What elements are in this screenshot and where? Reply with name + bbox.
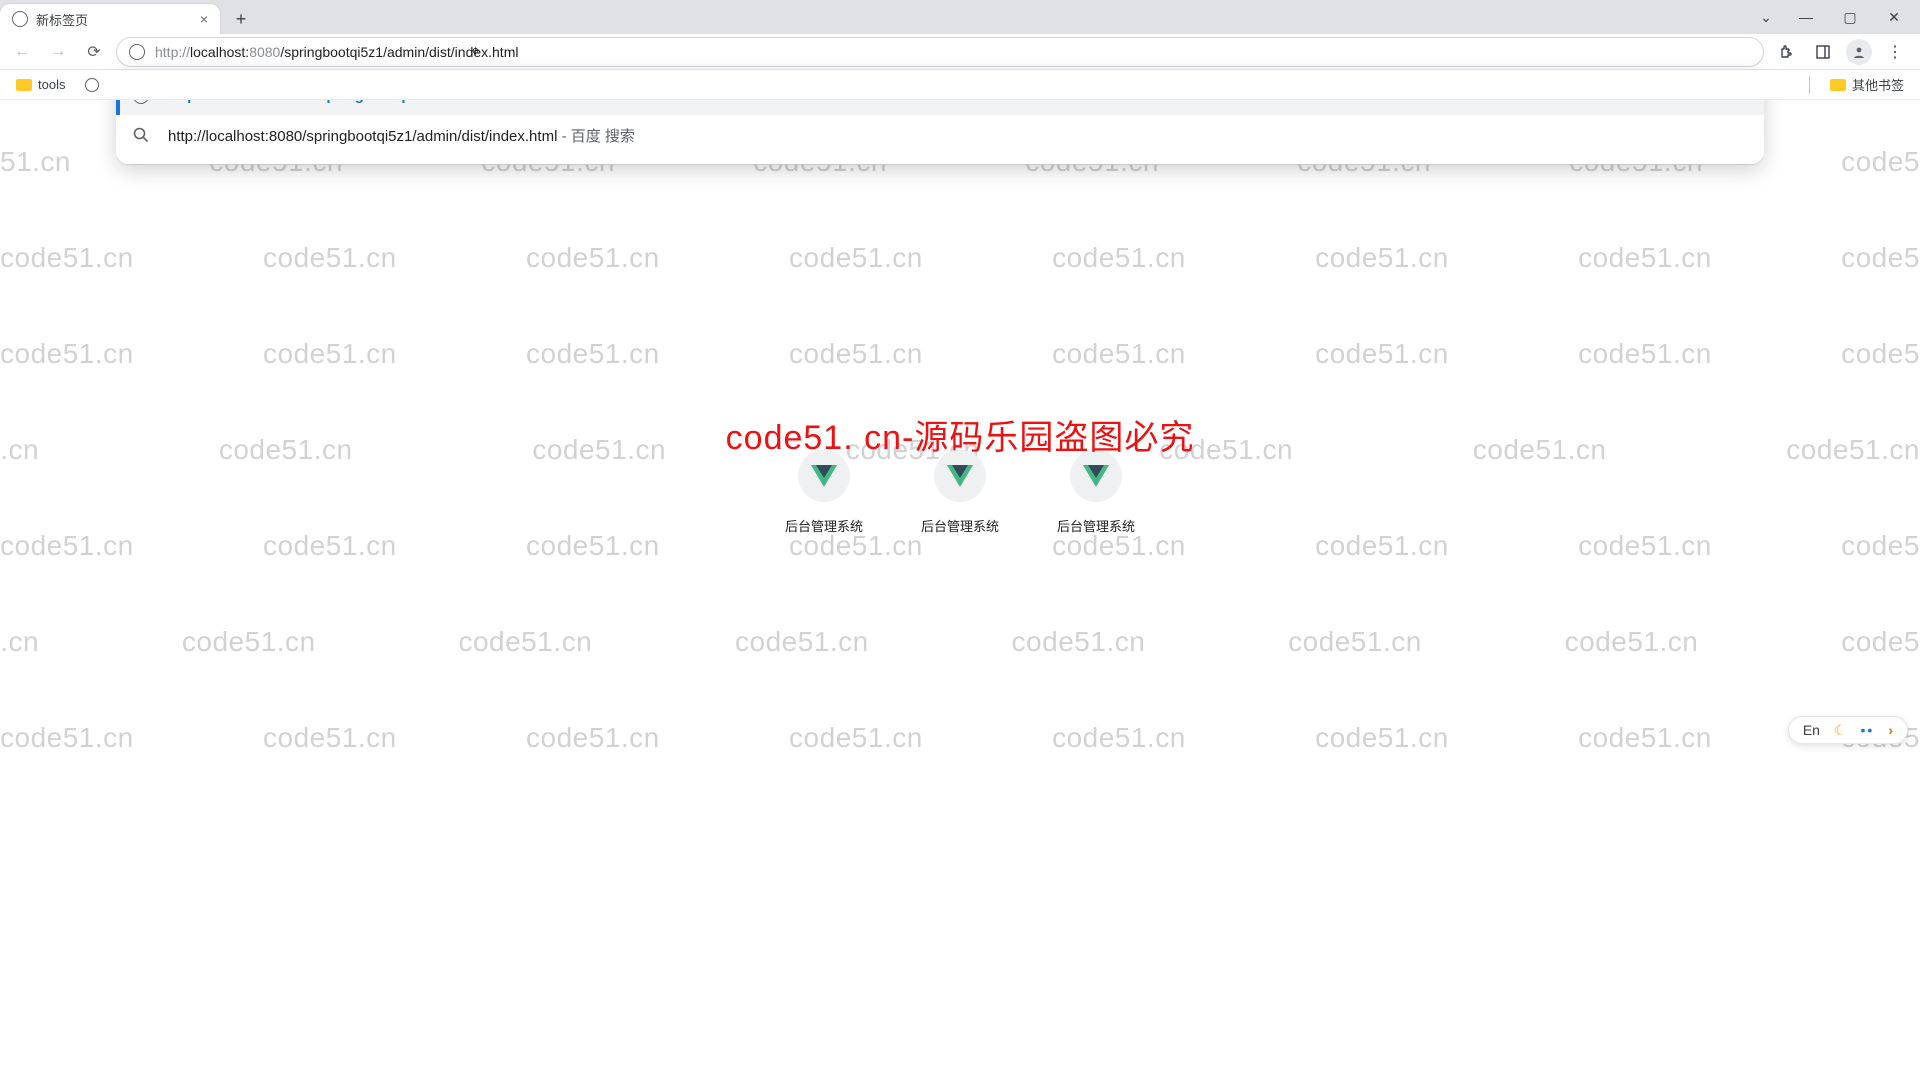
forward-button[interactable]: → [44, 38, 72, 66]
minimize-button[interactable]: — [1784, 2, 1828, 32]
globe-icon [85, 78, 99, 92]
browser-toolbar: ← → ⟳ http://localhost:8080/springbootqi… [0, 34, 1920, 70]
toolbar-right: ⋮ [1772, 37, 1912, 67]
ime-lang-label: En [1803, 722, 1820, 738]
profile-button[interactable] [1844, 37, 1874, 67]
address-url: http://localhost:8080/springbootqi5z1/ad… [155, 44, 1751, 60]
reload-button[interactable]: ⟳ [80, 38, 108, 66]
back-button[interactable]: ← [8, 38, 36, 66]
suggestion-text: http://localhost:8080/springbootqi5z1/ad… [168, 125, 635, 146]
bookmark-item[interactable] [79, 75, 105, 95]
maximize-button[interactable]: ▢ [1828, 2, 1872, 32]
page-content: code51. cn-源码乐园盗图必究 后台管理系统 后台管理系统 后台管理系统… [0, 100, 1920, 1080]
bookmark-label: tools [38, 77, 65, 92]
menu-button[interactable]: ⋮ [1880, 37, 1910, 67]
watermark-banner: code51. cn-源码乐园盗图必究 [726, 410, 1195, 459]
tab-title: 新标签页 [36, 10, 192, 29]
close-window-button[interactable]: ✕ [1872, 2, 1916, 32]
bookmark-folder-tools[interactable]: tools [10, 74, 71, 95]
browser-titlebar: 新标签页 × + ⌄ — ▢ ✕ [0, 0, 1920, 34]
more-icon: •• [1861, 722, 1875, 738]
separator [1809, 76, 1810, 94]
vue-icon [947, 465, 973, 487]
site-info-icon[interactable] [129, 44, 145, 60]
shortcut-label: 后台管理系统 [1057, 516, 1135, 535]
extensions-icon[interactable] [1772, 37, 1802, 67]
moon-icon: ☾ [1834, 722, 1847, 739]
shortcut-row: 后台管理系统 后台管理系统 后台管理系统 [778, 450, 1142, 535]
suggestion-row[interactable]: http://localhost:8080/springbootqi5z1/ad… [116, 115, 1764, 156]
bookmark-folder-other[interactable]: 其他书签 [1824, 72, 1910, 97]
new-tab-button[interactable]: + [226, 4, 256, 34]
bookmarks-bar: tools 其他书签 [0, 70, 1920, 100]
close-tab-icon[interactable]: × [200, 11, 208, 27]
sidepanel-icon[interactable] [1808, 37, 1838, 67]
address-bar[interactable]: http://localhost:8080/springbootqi5z1/ad… [116, 37, 1764, 67]
tab-search-icon[interactable]: ⌄ [1748, 0, 1784, 34]
globe-icon [12, 11, 28, 27]
window-controls: — ▢ ✕ [1784, 0, 1920, 34]
omnibox-wrapper: http://localhost:8080/springbootqi5z1/ad… [116, 37, 1764, 67]
avatar-icon [1846, 39, 1872, 65]
folder-icon [1830, 79, 1846, 91]
shortcut-item[interactable]: 后台管理系统 [914, 450, 1006, 535]
shortcut-label: 后台管理系统 [921, 516, 999, 535]
shortcut-item[interactable]: 后台管理系统 [778, 450, 870, 535]
folder-icon [16, 79, 32, 91]
chevron-right-icon: › [1888, 722, 1893, 738]
vue-icon [811, 465, 837, 487]
bookmark-label: 其他书签 [1852, 75, 1904, 94]
browser-tab[interactable]: 新标签页 × [0, 4, 220, 34]
shortcut-label: 后台管理系统 [785, 516, 863, 535]
ime-indicator[interactable]: En ☾ •• › [1788, 716, 1908, 744]
shortcut-item[interactable]: 后台管理系统 [1050, 450, 1142, 535]
search-icon [132, 126, 150, 144]
vue-icon [1083, 465, 1109, 487]
